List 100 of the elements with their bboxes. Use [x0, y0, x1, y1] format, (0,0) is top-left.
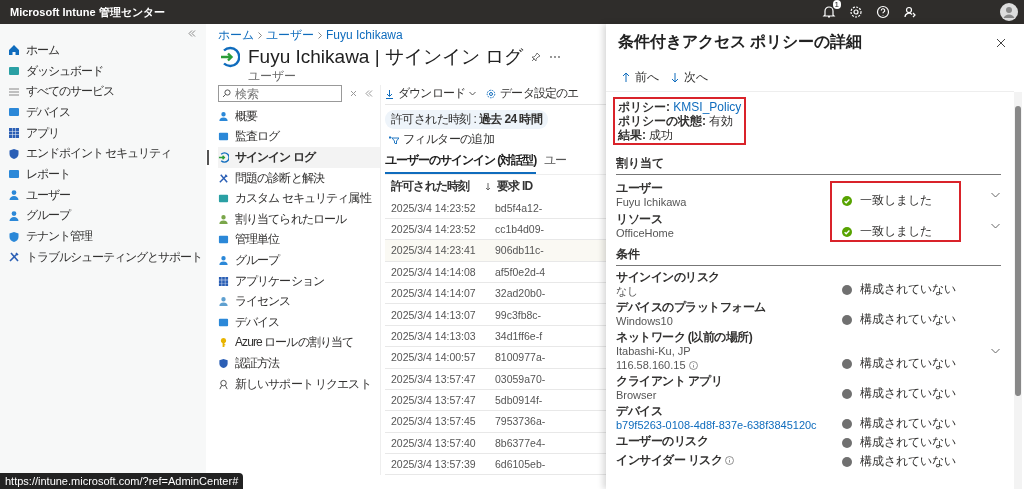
bell-icon[interactable] — [822, 5, 836, 19]
menu-item[interactable]: 管理単位 — [218, 229, 380, 251]
table-row[interactable]: 2025/3/4 14:14:08 af5f0e2d-4 — [385, 261, 606, 283]
tab[interactable]: ユー — [544, 150, 567, 174]
menu-item[interactable]: ライセンス — [218, 291, 380, 312]
nav-item[interactable]: ユーザー — [0, 184, 206, 206]
summary-line: 結果: 成功 — [618, 128, 675, 142]
caret-icon — [469, 91, 477, 96]
breadcrumb-link[interactable]: ホーム — [218, 26, 254, 44]
field-label: ユーザーのリスク — [616, 434, 708, 448]
close-icon[interactable] — [996, 37, 1006, 48]
filter-pill[interactable]: 許可された時刻 : 過去 24 時間 — [385, 110, 549, 129]
table-row[interactable]: 2025/3/4 13:57:45 7953736a- — [385, 411, 606, 433]
status-url: https://intune.microsoft.com/?ref=AdminCenter# — [0, 473, 244, 489]
table-cell: 7953736a- — [495, 415, 546, 428]
pin-icon[interactable] — [531, 52, 542, 62]
breadcrumb-link[interactable]: ユーザー — [266, 26, 314, 44]
menu-item[interactable]: 新しいサポート リクエスト — [218, 373, 380, 395]
scrollbar[interactable] — [1014, 92, 1022, 489]
table-cell-text: 2025/3/4 13:57:45 — [391, 415, 477, 428]
more-icon[interactable] — [549, 55, 562, 59]
toolbar-button[interactable]: ダウンロード — [385, 85, 479, 102]
sort-arrow-icon[interactable] — [485, 182, 491, 191]
menu-item[interactable]: カスタム セキュリティ属性 — [218, 188, 380, 209]
table-row[interactable]: 2025/3/4 14:13:03 34d1ff6e-f — [385, 325, 606, 348]
pager-button[interactable]: 前へ — [622, 69, 659, 86]
status-text: 構成されていない — [860, 385, 956, 402]
chevron-down-icon[interactable] — [990, 348, 1000, 354]
tab[interactable]: ユーザーのサインイン (対話型) — [385, 150, 537, 174]
column-header[interactable]: 許可された時刻 — [391, 178, 479, 196]
column-header[interactable]: 要求 ID — [497, 178, 533, 196]
status-dot-icon — [842, 284, 852, 295]
settings-icon[interactable] — [849, 5, 863, 19]
status-dot-icon — [842, 388, 852, 399]
table-cell: 99c3fb8c- — [495, 308, 542, 321]
table-cell: 32ad20b0- — [495, 287, 546, 300]
nav-item[interactable]: レポート — [0, 164, 206, 185]
nav-item[interactable]: テナント管理 — [0, 226, 206, 247]
chevron-down-icon[interactable] — [990, 223, 1000, 229]
table-row[interactable]: 2025/3/4 13:57:47 03059a70- — [385, 368, 606, 390]
field-label: クライアント アプリ — [616, 374, 723, 388]
menu-item[interactable]: デバイス — [218, 311, 380, 333]
down-arrow-icon — [671, 72, 679, 83]
table-row[interactable]: 2025/3/4 13:57:47 5db0914f- — [385, 389, 606, 412]
table-row[interactable]: 2025/3/4 14:23:52 bd5f4a12- — [385, 197, 606, 219]
menu-item[interactable]: 概要 — [218, 106, 380, 127]
help-icon[interactable] — [876, 5, 890, 19]
table-cell-text: 2025/3/4 13:57:47 — [391, 394, 477, 407]
table-row[interactable]: 2025/3/4 14:23:41 906db11c- — [385, 240, 606, 262]
double-chevron-left-icon[interactable] — [188, 30, 196, 37]
table-row[interactable]: 2025/3/4 14:14:07 32ad20b0- — [385, 282, 606, 305]
chevron-down-icon[interactable] — [990, 192, 1000, 198]
table-row[interactable]: 2025/3/4 14:00:57 8100977a- — [385, 347, 606, 369]
info-icon[interactable] — [688, 360, 698, 370]
nav-item[interactable]: デバイス — [0, 102, 206, 123]
nav-item[interactable]: ホーム — [0, 40, 206, 61]
breadcrumb-link[interactable]: Fuyu Ichikawa — [326, 28, 403, 42]
menu-item[interactable]: グループ — [218, 250, 380, 271]
feedback-icon[interactable] — [903, 5, 917, 19]
table-cell-text: 2025/3/4 13:57:40 — [391, 436, 477, 449]
field-value: Browser — [616, 388, 657, 402]
field-link[interactable]: b79f5263-0108-4d8f-837e-638f3845120c — [616, 418, 817, 432]
pager-button[interactable]: 次へ — [671, 69, 708, 86]
nav-item[interactable]: ダッシュボード — [0, 60, 206, 82]
shield-icon — [218, 357, 229, 369]
nav-item[interactable]: すべてのサービス — [0, 81, 206, 103]
nav-item[interactable]: アプリ — [0, 122, 206, 144]
app-title: Microsoft Intune 管理センター — [10, 4, 165, 20]
nav-item[interactable]: エンドポイント セキュリティ — [0, 143, 206, 165]
menu-item[interactable]: 監査ログ — [218, 126, 380, 148]
avatar-icon[interactable] — [1000, 3, 1018, 21]
table-cell-text: 2025/3/4 14:14:07 — [391, 287, 477, 300]
add-filter-button[interactable]: フィルターの追加 — [385, 130, 499, 149]
table-row[interactable]: 2025/3/4 13:57:39 6d6105eb- — [385, 454, 606, 476]
menu-item[interactable]: Azure ロールの割り当て — [218, 332, 380, 354]
table-row[interactable]: 2025/3/4 14:13:07 99c3fb8c- — [385, 304, 606, 326]
nav-item[interactable]: トラブルシューティングとサポート — [0, 246, 206, 268]
table-cell: 6d6105eb- — [495, 458, 546, 471]
menu-item[interactable]: アプリケーション — [218, 270, 380, 292]
person-icon — [218, 110, 229, 122]
chevron-right-icon — [258, 31, 262, 39]
double-chevron-left-icon[interactable] — [365, 90, 373, 97]
status-dot-icon — [842, 314, 852, 325]
status-text: 一致しました — [860, 192, 932, 209]
status-text: 構成されていない — [860, 311, 956, 328]
table-cell: af5f0e2d-4 — [495, 265, 546, 278]
toolbar-button[interactable]: データ設定のエ — [486, 85, 579, 102]
status-dot-icon — [842, 456, 852, 467]
nav-item[interactable]: グループ — [0, 205, 206, 227]
status-text: 一致しました — [860, 223, 932, 240]
menu-item[interactable]: 認証方法 — [218, 353, 380, 374]
summary-line: ポリシー: KMSI_Policy — [618, 100, 742, 114]
table-cell: 5db0914f- — [495, 394, 543, 407]
info-icon[interactable] — [725, 455, 735, 465]
menu-item[interactable]: 割り当てられたロール — [218, 208, 380, 230]
table-cell: 8b6377e4- — [495, 436, 546, 449]
grid-icon — [8, 127, 20, 140]
table-row[interactable]: 2025/3/4 13:57:40 8b6377e4- — [385, 432, 606, 455]
search-field[interactable]: 検索 — [218, 85, 342, 102]
menu-item[interactable]: 問題の診断と解決 — [218, 167, 380, 189]
